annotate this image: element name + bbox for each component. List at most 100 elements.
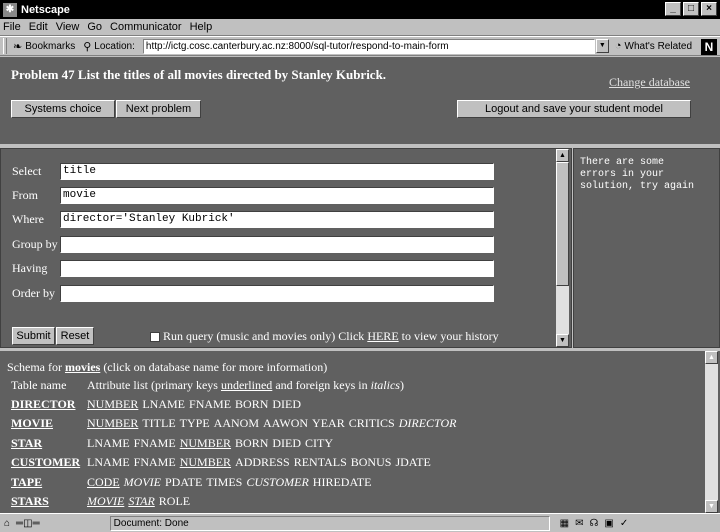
from-label: From: [12, 187, 39, 202]
toolbar-grip[interactable]: [3, 38, 7, 54]
next-problem-button[interactable]: Next problem: [116, 100, 201, 118]
schema-attribute: ADDRESS: [235, 455, 290, 470]
schema-table-name-link[interactable]: MOVIE: [11, 416, 87, 431]
where-input[interactable]: director='Stanley Kubrick': [60, 210, 494, 228]
url-input[interactable]: http://ictg.cosc.canterbury.ac.nz:8000/s…: [142, 38, 595, 54]
menu-view[interactable]: View: [56, 21, 80, 33]
netscape-n-logo-icon[interactable]: N: [701, 39, 717, 55]
submit-button[interactable]: Submit: [12, 327, 55, 345]
schema-attribute: LNAME: [142, 397, 186, 411]
problem-frame: Problem 47 List the titles of all movies…: [0, 57, 720, 147]
having-input[interactable]: [60, 259, 494, 277]
maximize-button[interactable]: □: [683, 2, 699, 16]
component-bar-icons[interactable]: ▦✉☊▣✓: [560, 518, 635, 529]
systems-choice-button[interactable]: Systems choice: [11, 100, 115, 118]
schema-attribute: NUMBER: [179, 455, 232, 470]
schema-attribute: CODE: [87, 474, 120, 489]
schema-attribute: AANOM: [213, 416, 260, 431]
menu-go[interactable]: Go: [87, 21, 102, 33]
schema-attribute: FNAME: [133, 435, 176, 450]
feedback-frame: There are some errors in your solution, …: [573, 148, 720, 348]
schema-table-row: DIRECTOR NUMBER LNAME FNAME BORN DIED: [11, 397, 305, 412]
logout-button[interactable]: Logout and save your student model: [457, 100, 691, 118]
change-database-link[interactable]: Change database: [609, 75, 690, 90]
table-name-header: Table name: [11, 378, 67, 392]
problem-title: Problem 47 List the titles of all movies…: [11, 67, 387, 82]
scroll-thumb[interactable]: [556, 162, 569, 286]
security-lock-icon[interactable]: ⌂: [4, 518, 10, 529]
run-query-label: Run query (music and movies only) Click: [163, 329, 365, 343]
bookmarks-icon: ❧: [13, 40, 23, 53]
schema-table-name-link[interactable]: TAPE: [11, 475, 87, 490]
schema-attribute: AAWON: [263, 416, 309, 431]
schema-attribute: LNAME: [87, 455, 130, 470]
schema-attribute: RENTALS: [293, 455, 347, 470]
schema-attribute-list: CODE MOVIE PDATE TIMES CUSTOMER HIREDATE: [87, 475, 375, 490]
whats-related-button[interactable]: ◔ What's Related: [615, 40, 692, 52]
menu-help[interactable]: Help: [190, 21, 213, 33]
group-by-label: Group by: [12, 236, 58, 251]
run-query-checkbox[interactable]: [150, 331, 160, 342]
schema-table-row: CUSTOMER LNAME FNAME NUMBER ADDRESS RENTALS BO…: [11, 455, 435, 470]
reset-button[interactable]: Reset: [56, 327, 94, 345]
form-scrollbar[interactable]: ▲ ▼: [556, 149, 569, 347]
select-input[interactable]: title: [60, 162, 494, 180]
schema-scroll-down-button[interactable]: ▼: [705, 500, 718, 513]
schema-attribute: DIED: [272, 397, 302, 411]
url-dropdown-button[interactable]: ▼: [595, 39, 609, 53]
group-by-input[interactable]: [60, 235, 494, 253]
schema-attribute: FNAME: [133, 455, 176, 470]
history-here-link[interactable]: HERE: [367, 329, 398, 344]
schema-attribute: TYPE: [179, 416, 210, 431]
scroll-down-button[interactable]: ▼: [556, 334, 569, 347]
schema-scrollbar[interactable]: ▲ ▼: [705, 351, 718, 513]
netscape-logo-icon: ✱: [3, 2, 17, 17]
query-form-frame: Select title From movie Where director='…: [0, 148, 572, 348]
schema-attribute: TITLE: [142, 416, 176, 431]
schema-table-row: MOVIE NUMBER TITLE TYPE AANOM AAWON YEAR CRITIC…: [11, 416, 461, 431]
menu-bar: File Edit View Go Communicator Help: [0, 19, 720, 36]
close-button[interactable]: ×: [701, 2, 717, 16]
schema-attribute: NUMBER: [87, 416, 139, 431]
location-icon: ⚲: [83, 40, 92, 53]
feedback-message: There are some errors in your solution, …: [580, 157, 695, 192]
schema-suffix: (click on database name for more informa…: [103, 360, 328, 374]
schema-attribute: BORN: [235, 397, 269, 411]
minimize-button[interactable]: _: [665, 2, 681, 16]
schema-attribute-list: LNAME FNAME NUMBER BORN DIED CITY: [87, 436, 337, 451]
bookmarks-button[interactable]: ❧ Bookmarks: [13, 40, 75, 53]
schema-attribute: HIREDATE: [312, 474, 372, 489]
schema-attribute: MOVIE: [87, 494, 125, 508]
schema-table-name-link[interactable]: STAR: [11, 436, 87, 451]
order-by-input[interactable]: [60, 284, 494, 302]
from-input[interactable]: movie: [60, 186, 494, 204]
schema-frame: Schema for movies (click on database nam…: [0, 349, 720, 513]
database-name-link[interactable]: movies: [65, 360, 100, 374]
schema-table-name-link[interactable]: CUSTOMER: [11, 455, 87, 470]
having-row: Having: [12, 259, 494, 277]
schema-attribute: BORN: [235, 435, 269, 450]
status-bar: ⌂ ═◫═ Document: Done ▦✉☊▣✓: [0, 513, 720, 532]
schema-attribute: LNAME: [87, 435, 130, 450]
scroll-up-button[interactable]: ▲: [556, 149, 569, 162]
schema-attribute: STAR: [128, 494, 155, 508]
schema-table-name-link[interactable]: DIRECTOR: [11, 397, 87, 412]
attribute-list-header: Attribute list (primary keys underlined …: [87, 378, 404, 392]
run-query-group: Run query (music and movies only) Click …: [150, 329, 499, 344]
whats-related-label: What's Related: [624, 40, 693, 52]
schema-table-row: TAPE CODE MOVIE PDATE TIMES CUSTOMER HIREDATE: [11, 475, 375, 490]
schema-table-name-link[interactable]: STARS: [11, 494, 87, 509]
location-label-group: ⚲ Location:: [83, 40, 135, 53]
menu-edit[interactable]: Edit: [29, 21, 48, 33]
select-label: Select: [12, 163, 42, 178]
schema-scroll-up-button[interactable]: ▲: [705, 351, 718, 364]
having-label: Having: [12, 260, 48, 275]
schema-attribute: YEAR: [312, 416, 345, 431]
schema-prefix: Schema for: [7, 360, 62, 374]
menu-file[interactable]: File: [3, 21, 21, 33]
schema-table-row: STAR LNAME FNAME NUMBER BORN DIED CITY: [11, 436, 337, 451]
schema-attribute: BONUS: [350, 455, 392, 470]
schema-attribute-list: MOVIE STAR ROLE: [87, 494, 194, 509]
menu-communicator[interactable]: Communicator: [110, 21, 182, 33]
where-row: Where director='Stanley Kubrick': [12, 210, 494, 228]
